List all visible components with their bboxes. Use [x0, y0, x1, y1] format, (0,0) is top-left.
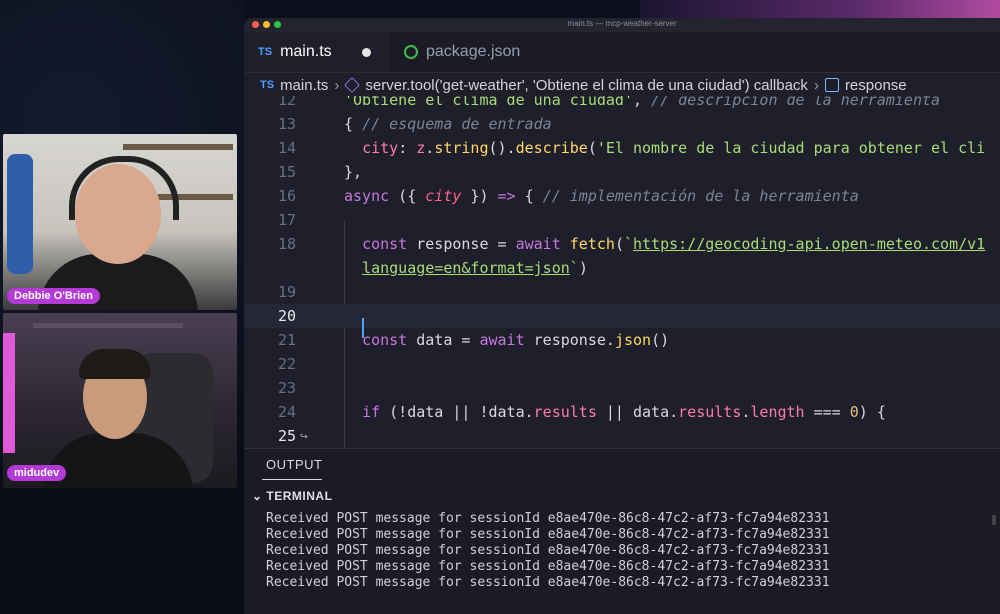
chevron-right-icon: ›: [334, 76, 340, 94]
terminal-line: Received POST message for sessionId e8ae…: [266, 527, 830, 542]
code-text: language=en&format=json`): [362, 259, 588, 277]
editor-tabs: TS main.ts package.json: [244, 32, 1000, 73]
line-number: 12: [277, 96, 296, 109]
stream-glow: [640, 0, 1000, 20]
headphones-icon: [69, 156, 179, 220]
line-number: 17: [277, 211, 296, 229]
code-text: city: z.string().describe('El nombre de …: [362, 139, 986, 157]
bottom-panel: OUTPUT ⌄ TERMINAL Received POST message …: [244, 448, 1000, 614]
line-number: 24: [277, 403, 296, 421]
neon-light: [3, 333, 15, 453]
tab-main-ts[interactable]: TS main.ts: [244, 32, 390, 72]
terminal-line: Received POST message for sessionId e8ae…: [266, 511, 830, 526]
code-text: if (!data || !data.results || data.resul…: [362, 403, 886, 421]
line-number: 16: [277, 187, 296, 205]
hair: [79, 349, 151, 379]
code-editor[interactable]: 12 'Obtiene el clima de una ciudad', // d…: [244, 96, 1000, 460]
terminal-line: Received POST message for sessionId e8ae…: [266, 575, 830, 590]
code-text: },: [344, 163, 363, 181]
code-line[interactable]: 17: [244, 208, 1000, 232]
shelf: [123, 144, 233, 150]
line-number: 25: [277, 427, 296, 445]
code-line[interactable]: 23: [244, 376, 1000, 400]
tab-output[interactable]: OUTPUT: [266, 457, 322, 472]
code-text: { // esquema de entrada: [344, 115, 552, 133]
terminal-output[interactable]: Received POST message for sessionId e8ae…: [266, 511, 830, 591]
line-number: 21: [277, 331, 296, 349]
code-text: const response = await fetch(`https://ge…: [362, 235, 986, 253]
webcam-midudev: midudev: [3, 313, 237, 488]
breadcrumb-callback[interactable]: server.tool('get-weather', 'Obtiene el c…: [365, 77, 808, 94]
code-line[interactable]: 19: [244, 280, 1000, 304]
terminal-line: Received POST message for sessionId e8ae…: [266, 559, 830, 574]
nodejs-icon: [404, 45, 418, 59]
tab-package-json[interactable]: package.json: [390, 32, 534, 72]
editor-window: main.ts — mcp-weather-server TS main.ts …: [244, 18, 1000, 614]
participant-name-tag: Debbie O'Brien: [7, 288, 101, 304]
code-line[interactable]: 20: [244, 304, 1000, 328]
code-line[interactable]: 22: [244, 352, 1000, 376]
line-number: 22: [277, 355, 296, 373]
code-line[interactable]: 25 ↪: [244, 424, 1000, 448]
breadcrumb-symbol[interactable]: response: [845, 77, 907, 94]
terminal-scrollbar[interactable]: [992, 515, 996, 525]
code-line[interactable]: 18 const response = await fetch(`https:/…: [244, 232, 1000, 256]
title-bar: main.ts — mcp-weather-server: [244, 18, 1000, 32]
webcam-debbie: Debbie O'Brien: [3, 134, 237, 310]
tab-label: package.json: [426, 43, 521, 60]
code-line[interactable]: 13 { // esquema de entrada: [244, 112, 1000, 136]
active-tab-underline: [262, 479, 322, 480]
terminal-header[interactable]: ⌄ TERMINAL: [252, 489, 332, 503]
typescript-icon: TS: [258, 46, 273, 58]
line-number: 18: [277, 235, 296, 253]
code-line[interactable]: 24 if (!data || !data.results || data.re…: [244, 400, 1000, 424]
line-number: 14: [277, 139, 296, 157]
code-text: 'Obtiene el clima de una ciudad', // des…: [344, 96, 941, 109]
tab-label: main.ts: [280, 43, 332, 60]
terminal-title: TERMINAL: [266, 489, 333, 503]
line-number: 13: [277, 115, 296, 133]
typescript-icon: TS: [260, 79, 275, 91]
line-number: 19: [277, 283, 296, 301]
unsaved-dot-icon[interactable]: [361, 47, 371, 57]
code-line[interactable]: 12 'Obtiene el clima de una ciudad', // d…: [244, 96, 1000, 112]
shelf: [33, 323, 183, 328]
method-icon: [344, 77, 361, 93]
code-text: const data = await response.json(): [362, 331, 670, 349]
line-number: 23: [277, 379, 296, 397]
variable-icon: [824, 78, 839, 92]
code-line[interactable]: 16 async ({ city }) => { // implementació…: [244, 184, 1000, 208]
chevron-down-icon: ⌄: [252, 489, 263, 503]
code-line[interactable]: 14 city: z.string().describe('El nombre …: [244, 136, 1000, 160]
word-wrap-icon: ↪: [300, 428, 308, 444]
window-title: main.ts — mcp-weather-server: [567, 19, 677, 28]
chair-decor: [7, 154, 33, 274]
breadcrumb-file[interactable]: main.ts: [280, 77, 328, 94]
code-line[interactable]: 15},: [244, 160, 1000, 184]
breadcrumb: TS main.ts › server.tool('get-weather', …: [244, 73, 1000, 97]
line-number: 15: [277, 163, 296, 181]
code-text: async ({ city }) => { // implementación …: [344, 187, 859, 205]
code-line[interactable]: 21 const data = await response.json(): [244, 328, 1000, 352]
terminal-line: Received POST message for sessionId e8ae…: [266, 543, 830, 558]
line-number: 20: [277, 307, 296, 325]
chevron-right-icon: ›: [813, 76, 819, 94]
participant-name-tag: midudev: [7, 465, 67, 481]
code-line[interactable]: language=en&format=json`): [244, 256, 1000, 280]
text-cursor: [362, 318, 364, 338]
